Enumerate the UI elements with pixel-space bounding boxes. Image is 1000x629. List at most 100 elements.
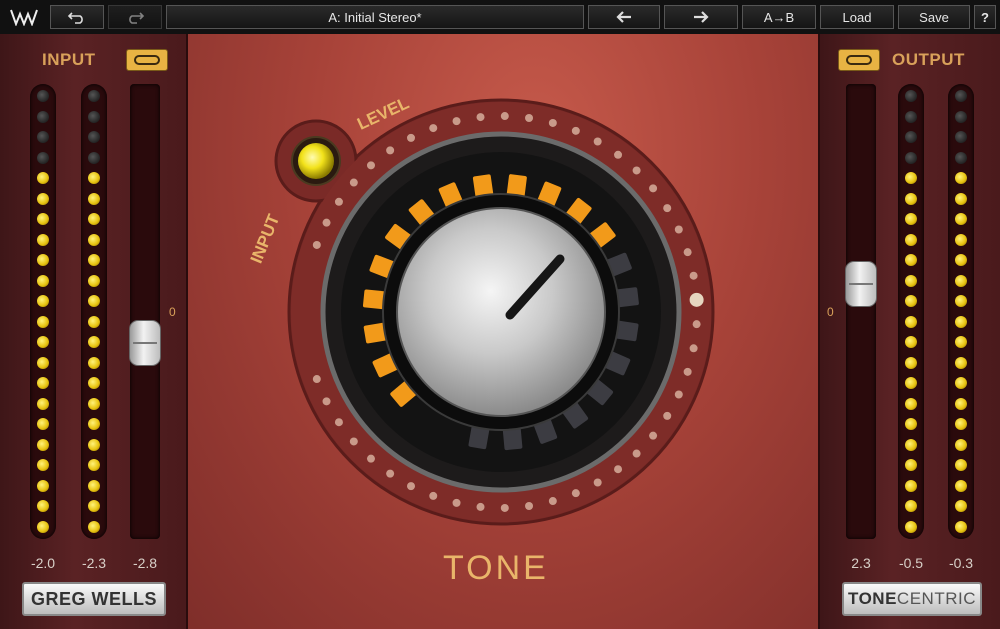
preset-name-field[interactable]: A: Initial Stereo* [166, 5, 584, 29]
scale-dot [548, 497, 557, 506]
scale-dot [429, 491, 438, 500]
scale-dot [571, 126, 580, 135]
input-title: INPUT [42, 50, 96, 69]
save-button[interactable]: Save [898, 5, 970, 29]
meter-led [905, 459, 917, 472]
input-fader-track [130, 84, 160, 539]
arrow-right-icon [694, 11, 709, 23]
meter-led [955, 233, 967, 246]
redo-icon [129, 12, 145, 24]
input-link-button[interactable] [126, 49, 168, 71]
meter-led [905, 233, 917, 246]
meter-led [37, 172, 49, 185]
output-fader-handle[interactable] [845, 261, 877, 307]
meter-led [37, 295, 49, 308]
scale-dot [593, 478, 602, 487]
next-preset-button[interactable] [664, 5, 738, 29]
help-button[interactable]: ? [974, 5, 996, 29]
meter-led [955, 110, 967, 123]
tonecentric-logo-part1: TONE [848, 589, 897, 608]
output-readout-left: -0.5 [898, 555, 924, 571]
scale-dot [476, 502, 485, 511]
meter-led [955, 295, 967, 308]
scale-dot [614, 150, 623, 159]
output-fader-readout: 2.3 [851, 555, 871, 571]
input-panel: INPUT 0 -2.0 -2.3 -2.8 GREG WELLS [0, 34, 188, 629]
scale-dot [334, 418, 343, 427]
waves-logo-button[interactable] [4, 5, 44, 29]
output-title: OUTPUT [892, 50, 965, 69]
scale-dot [614, 465, 623, 474]
meter-led [88, 315, 100, 328]
meter-led [37, 336, 49, 349]
scale-dot [571, 489, 580, 498]
scale-dot [452, 117, 461, 126]
input-fader-handle[interactable] [129, 320, 161, 366]
tonecentric-logo-part2: CENTRIC [896, 589, 976, 608]
meter-led [955, 356, 967, 369]
meter-led [37, 356, 49, 369]
meter-led [37, 459, 49, 472]
meter-led [88, 521, 100, 533]
meter-led [37, 110, 49, 123]
meter-led [955, 192, 967, 205]
previous-preset-button[interactable] [588, 5, 660, 29]
redo-button[interactable] [108, 5, 162, 29]
input-level-led[interactable] [298, 143, 334, 179]
meter-led [37, 479, 49, 492]
meter-led [88, 479, 100, 492]
meter-led [88, 172, 100, 185]
undo-button[interactable] [50, 5, 104, 29]
meter-led [955, 336, 967, 349]
output-fader-zero-mark: 0 [827, 305, 834, 319]
meter-led [905, 131, 917, 144]
meter-led [88, 192, 100, 205]
scale-dot [683, 248, 692, 257]
scale-dot [500, 503, 509, 512]
meter-led [905, 479, 917, 492]
link-icon [846, 55, 872, 65]
output-meter-right [948, 84, 974, 539]
scale-dot [674, 225, 683, 234]
scale-dot [663, 411, 672, 420]
scale-dot [525, 501, 534, 510]
meter-led [955, 397, 967, 410]
scale-dot [632, 449, 641, 458]
meter-led [905, 254, 917, 267]
scale-dot [593, 137, 602, 146]
meter-led [905, 356, 917, 369]
meter-led [37, 254, 49, 267]
undo-icon [67, 12, 83, 24]
meter-led [905, 438, 917, 451]
meter-led [905, 110, 917, 123]
scale-dot [349, 437, 358, 446]
meter-led [905, 151, 917, 164]
meter-led [88, 336, 100, 349]
scale-dot [525, 114, 534, 123]
meter-led [88, 274, 100, 287]
meter-led [955, 213, 967, 226]
meter-led [37, 315, 49, 328]
scale-dot [476, 113, 485, 122]
meter-led [955, 151, 967, 164]
scale-dot [366, 161, 375, 170]
tone-section: LEVEL INPUT TONE [188, 34, 818, 629]
output-link-button[interactable] [838, 49, 880, 71]
scale-dot [689, 292, 704, 307]
meter-led [905, 295, 917, 308]
meter-led [955, 521, 967, 533]
meter-led [905, 172, 917, 185]
scale-dot [548, 118, 557, 127]
greg-wells-logo: GREG WELLS [22, 582, 166, 616]
meter-led [88, 500, 100, 513]
meter-led [37, 233, 49, 246]
meter-led [37, 192, 49, 205]
meter-led [955, 479, 967, 492]
tone-knob[interactable] [396, 207, 606, 417]
load-button[interactable]: Load [820, 5, 894, 29]
meter-led [905, 377, 917, 390]
output-panel: OUTPUT 0 2.3 -0.5 -0.3 TONE CENTRIC [818, 34, 1000, 629]
link-icon [134, 55, 160, 65]
a-to-b-button[interactable]: A→B [742, 5, 816, 29]
meter-led [955, 90, 967, 102]
